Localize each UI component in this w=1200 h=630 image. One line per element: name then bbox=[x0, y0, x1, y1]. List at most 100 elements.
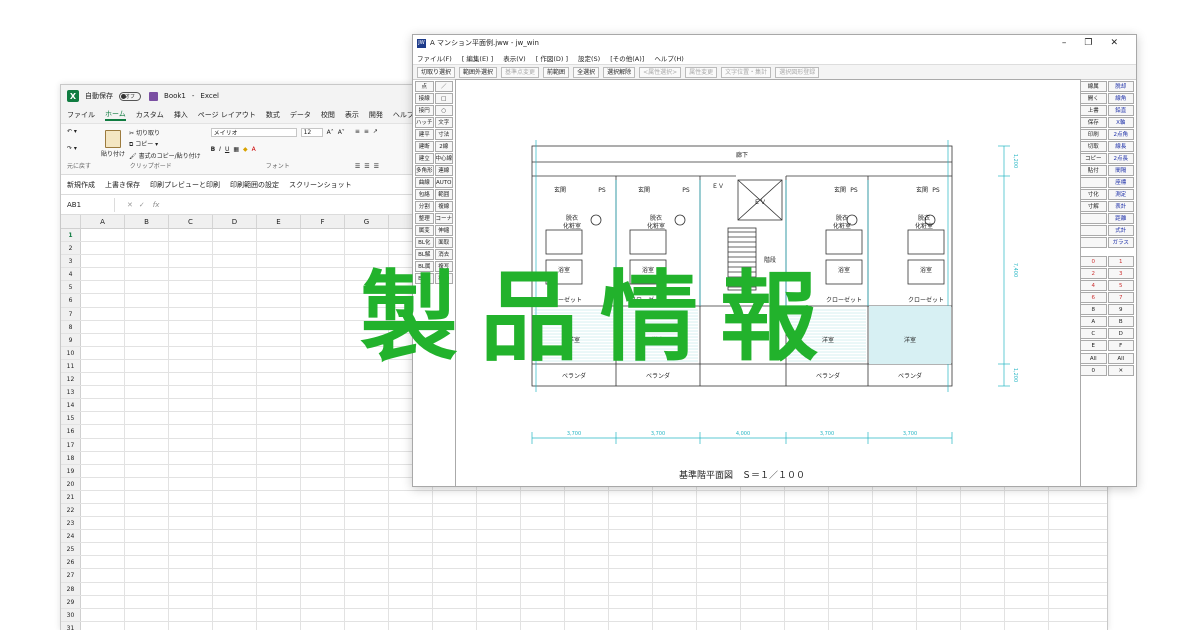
worksheet-cell[interactable] bbox=[345, 621, 389, 630]
worksheet-cell[interactable] bbox=[81, 543, 125, 556]
jw-tool-button[interactable]: コピー bbox=[1080, 153, 1107, 164]
jw-tool-button[interactable]: 鉛直 bbox=[1107, 105, 1134, 116]
worksheet-cell[interactable] bbox=[521, 517, 565, 530]
worksheet-cell[interactable] bbox=[521, 595, 565, 608]
excel-menu-item[interactable]: データ bbox=[290, 110, 311, 120]
worksheet-cell[interactable] bbox=[433, 543, 477, 556]
worksheet-cell[interactable] bbox=[917, 543, 961, 556]
excel-menu-item[interactable]: 校閲 bbox=[321, 110, 335, 120]
jw-toolbar-button[interactable]: 選択解除 bbox=[603, 66, 636, 78]
worksheet-cell[interactable] bbox=[169, 530, 213, 543]
row-header[interactable]: 19 bbox=[61, 464, 81, 477]
worksheet-cell[interactable] bbox=[213, 556, 257, 569]
worksheet-cell[interactable] bbox=[829, 530, 873, 543]
jw-tool-button[interactable]: ／ bbox=[434, 81, 453, 92]
jw-toolbar-button[interactable]: 基準点変更 bbox=[501, 66, 540, 78]
worksheet-cell[interactable] bbox=[873, 595, 917, 608]
row-header[interactable]: 28 bbox=[61, 582, 81, 595]
worksheet-cell[interactable] bbox=[213, 608, 257, 621]
worksheet-cell[interactable] bbox=[169, 490, 213, 503]
worksheet-cell[interactable] bbox=[477, 608, 521, 621]
worksheet-cell[interactable] bbox=[257, 621, 301, 630]
excel-menu-item[interactable]: ヘルプ bbox=[393, 110, 414, 120]
border-icon[interactable]: ▦ bbox=[233, 146, 239, 153]
row-header[interactable]: 14 bbox=[61, 399, 81, 412]
worksheet-cell[interactable] bbox=[1005, 517, 1049, 530]
worksheet-cell[interactable] bbox=[873, 543, 917, 556]
worksheet-cell[interactable] bbox=[257, 438, 301, 451]
worksheet-cell[interactable] bbox=[125, 229, 169, 242]
worksheet-cell[interactable] bbox=[917, 503, 961, 517]
excel-menu-item[interactable]: ページ レイアウト bbox=[198, 110, 256, 120]
worksheet-cell[interactable] bbox=[345, 451, 389, 464]
worksheet-cell[interactable] bbox=[257, 242, 301, 255]
worksheet-cell[interactable] bbox=[565, 621, 609, 630]
worksheet-cell[interactable] bbox=[81, 425, 125, 438]
bold-button[interactable]: B bbox=[211, 146, 216, 153]
column-header[interactable]: G bbox=[345, 215, 389, 228]
row-header[interactable]: 17 bbox=[61, 438, 81, 451]
jw-tool-button[interactable]: ○ bbox=[434, 105, 453, 116]
worksheet-cell[interactable] bbox=[917, 569, 961, 582]
worksheet-cell[interactable] bbox=[345, 477, 389, 490]
jw-menu-item[interactable]: [ 編集(E) ] bbox=[462, 53, 493, 63]
worksheet-cell[interactable] bbox=[741, 556, 785, 569]
worksheet-cell[interactable] bbox=[257, 543, 301, 556]
save-icon[interactable] bbox=[149, 91, 159, 101]
qat-item[interactable]: スクリーンショット bbox=[289, 180, 352, 190]
font-color-icon[interactable]: A bbox=[252, 146, 256, 153]
worksheet-cell[interactable] bbox=[169, 582, 213, 595]
excel-menu-item[interactable]: 数式 bbox=[266, 110, 280, 120]
worksheet-cell[interactable] bbox=[653, 608, 697, 621]
worksheet-cell[interactable] bbox=[521, 621, 565, 630]
worksheet-cell[interactable] bbox=[917, 621, 961, 630]
formula-cancel-icon[interactable]: ✕ bbox=[127, 201, 133, 209]
jw-toolbar-button[interactable]: 切取り選択 bbox=[417, 66, 456, 78]
worksheet-cell[interactable] bbox=[301, 621, 345, 630]
worksheet-cell[interactable] bbox=[81, 503, 125, 517]
worksheet-cell[interactable] bbox=[433, 490, 477, 503]
worksheet-cell[interactable] bbox=[653, 490, 697, 503]
worksheet-cell[interactable] bbox=[213, 242, 257, 255]
worksheet-cell[interactable] bbox=[257, 229, 301, 242]
worksheet-cell[interactable] bbox=[345, 517, 389, 530]
worksheet-cell[interactable] bbox=[169, 425, 213, 438]
worksheet-cell[interactable] bbox=[873, 503, 917, 517]
worksheet-cell[interactable] bbox=[565, 595, 609, 608]
row-header[interactable]: 22 bbox=[61, 503, 81, 517]
worksheet-cell[interactable] bbox=[477, 556, 521, 569]
worksheet-cell[interactable] bbox=[257, 530, 301, 543]
maximize-icon[interactable]: ❐ bbox=[1084, 38, 1092, 48]
jw-tool-button[interactable]: 印刷 bbox=[1080, 129, 1107, 140]
worksheet-cell[interactable] bbox=[345, 608, 389, 621]
row-header[interactable]: 15 bbox=[61, 412, 81, 425]
worksheet-cell[interactable] bbox=[169, 517, 213, 530]
worksheet-cell[interactable] bbox=[345, 412, 389, 425]
worksheet-cell[interactable] bbox=[125, 242, 169, 255]
jw-tool-button[interactable]: 建立 bbox=[415, 153, 434, 164]
worksheet-cell[interactable] bbox=[213, 530, 257, 543]
shrink-font-icon[interactable]: A˅ bbox=[338, 129, 345, 136]
jw-tool-button[interactable]: BL化 bbox=[415, 237, 434, 248]
worksheet-cell[interactable] bbox=[301, 399, 345, 412]
jw-tool-button[interactable]: 接線 bbox=[415, 93, 434, 104]
worksheet-cell[interactable] bbox=[433, 582, 477, 595]
worksheet-cell[interactable] bbox=[433, 569, 477, 582]
worksheet-cell[interactable] bbox=[213, 582, 257, 595]
worksheet-cell[interactable] bbox=[345, 399, 389, 412]
jw-tool-button[interactable]: 2線 bbox=[434, 141, 453, 152]
copy-button[interactable]: ⧉ コピー ▾ bbox=[129, 139, 201, 149]
worksheet-cell[interactable] bbox=[345, 530, 389, 543]
worksheet-cell[interactable] bbox=[741, 517, 785, 530]
worksheet-cell[interactable] bbox=[389, 543, 433, 556]
excel-menu-item[interactable]: カスタム bbox=[136, 110, 164, 120]
worksheet-cell[interactable] bbox=[873, 490, 917, 503]
jw-tool-button[interactable]: 建断 bbox=[415, 141, 434, 152]
worksheet-cell[interactable] bbox=[741, 490, 785, 503]
worksheet-cell[interactable] bbox=[345, 229, 389, 242]
worksheet-cell[interactable] bbox=[785, 490, 829, 503]
worksheet-cell[interactable] bbox=[213, 425, 257, 438]
row-header[interactable]: 26 bbox=[61, 556, 81, 569]
worksheet-cell[interactable] bbox=[81, 608, 125, 621]
worksheet-cell[interactable] bbox=[213, 503, 257, 517]
